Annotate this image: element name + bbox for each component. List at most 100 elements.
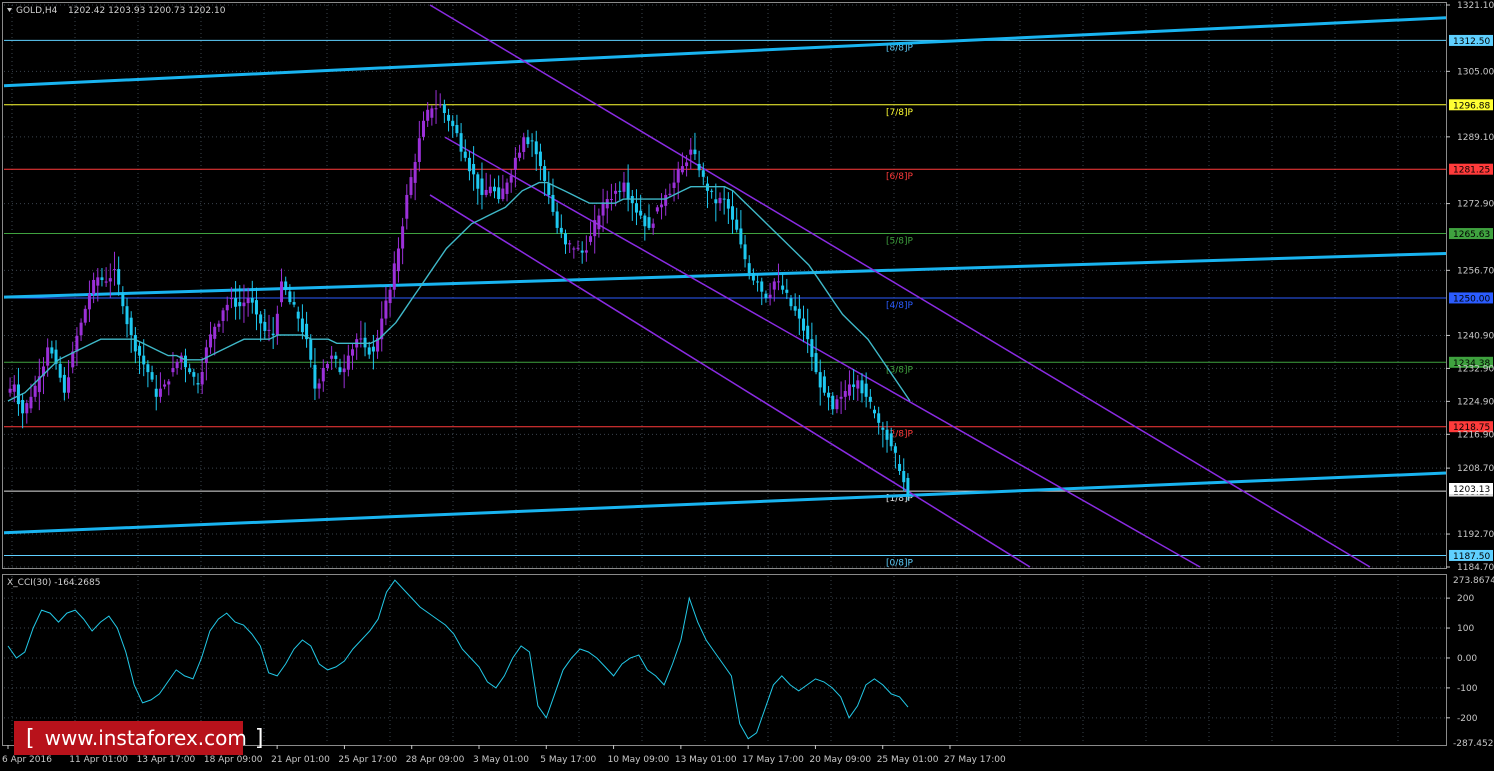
candles — [8, 90, 910, 501]
candle-body — [62, 374, 66, 393]
candle-body — [275, 313, 279, 336]
candle-body — [847, 384, 851, 396]
candle-body — [710, 190, 714, 192]
watermark-bracket-right: ] — [254, 725, 264, 751]
candle-body — [200, 372, 204, 385]
price-tick-label: 1321.10 — [1457, 1, 1494, 11]
candle-body — [108, 278, 112, 282]
candle-body — [417, 138, 421, 162]
candle-body — [714, 199, 718, 204]
candle-body — [438, 104, 442, 106]
candle-body — [217, 323, 221, 327]
candle-body — [852, 384, 856, 387]
candle-body — [898, 463, 902, 471]
level-price-label: 1265.63 — [1453, 230, 1490, 240]
candle-body — [480, 178, 484, 195]
candle-body — [367, 347, 371, 355]
candle-body — [568, 243, 572, 245]
watermark-bracket-left: [ — [26, 725, 35, 751]
candle-body — [351, 349, 355, 356]
candle-body — [317, 383, 321, 389]
candle-body — [664, 194, 668, 206]
candle-body — [768, 294, 772, 298]
candle-body — [492, 186, 496, 192]
candle-body — [171, 367, 175, 373]
candle-body — [660, 204, 664, 208]
candle-body — [92, 279, 96, 294]
candle-body — [196, 383, 200, 385]
candle-body — [877, 413, 881, 423]
candle-body — [447, 114, 451, 121]
candle-body — [902, 470, 906, 483]
candle-body — [751, 273, 755, 281]
candle-body — [772, 281, 776, 290]
candle-body — [501, 188, 505, 200]
candle-body — [697, 163, 701, 171]
candle-body — [584, 250, 588, 253]
candle-body — [889, 433, 893, 447]
candle-body — [802, 318, 806, 331]
candle-body — [409, 177, 413, 195]
candle-body — [609, 199, 613, 201]
candle-body — [83, 308, 87, 323]
candle-body — [764, 293, 768, 298]
candle-body — [254, 300, 258, 315]
candle-body — [96, 277, 100, 286]
candle-body — [580, 250, 584, 253]
candle-body — [806, 325, 810, 340]
candle-body — [634, 203, 638, 213]
candle-body — [242, 302, 246, 307]
candle-body — [672, 182, 676, 188]
candle-body — [229, 297, 233, 300]
trendlines — [3, 4, 1447, 568]
candle-body — [563, 233, 567, 245]
candle-body — [856, 380, 860, 389]
candle-body — [204, 347, 208, 363]
candle-body — [781, 285, 785, 290]
candle-body — [555, 211, 559, 228]
candle-body — [643, 215, 647, 227]
candle-body — [668, 193, 672, 195]
candle-body — [263, 321, 267, 331]
candle-body — [154, 388, 158, 397]
candle-body — [885, 429, 889, 440]
candle-body — [776, 281, 780, 283]
candle-body — [396, 248, 400, 272]
candle-body — [589, 236, 593, 242]
candle-body — [685, 162, 689, 167]
candle-body — [530, 140, 534, 142]
candle-body — [138, 346, 142, 356]
candle-body — [614, 190, 618, 194]
candle-body — [259, 314, 263, 324]
time-tick-label: 5 May 17:00 — [540, 755, 596, 765]
time-tick-label: 28 Apr 09:00 — [406, 755, 465, 765]
grid — [4, 4, 1446, 744]
price-chart[interactable]: [8/8]P[7/8]P[6/8]P[5/8]P[4/8]P[3/8]P[2/8… — [0, 0, 1494, 771]
ohlc-values: 1202.42 1203.93 1200.73 1202.10 — [68, 6, 226, 16]
candle-body — [547, 183, 551, 195]
indicator-label: X_CCI(30) -164.2685 — [7, 578, 100, 588]
candle-body — [413, 161, 417, 183]
candle-body — [117, 269, 121, 285]
candle-body — [731, 206, 735, 220]
price-tick-label: 1305.00 — [1457, 67, 1494, 77]
candle-body — [868, 396, 872, 402]
candle-body — [827, 392, 831, 398]
candle-body — [756, 281, 760, 283]
level-label: [5/8]P — [886, 237, 914, 247]
time-tick-label: 6 Apr 2016 — [2, 755, 52, 765]
candle-body — [175, 361, 179, 368]
candle-body — [75, 335, 79, 352]
candle-body — [818, 372, 822, 388]
candle-body — [158, 388, 162, 397]
candle-body — [296, 311, 300, 319]
level-price-label: 1250.00 — [1453, 294, 1490, 304]
candle-body — [484, 189, 488, 195]
candle-body — [497, 187, 501, 200]
menu-triangle-icon[interactable] — [7, 8, 12, 12]
candle-body — [146, 364, 150, 373]
candle-body — [789, 298, 793, 307]
level-price-label: 1187.50 — [1453, 552, 1490, 562]
candle-body — [150, 372, 154, 380]
candle-body — [576, 247, 580, 249]
